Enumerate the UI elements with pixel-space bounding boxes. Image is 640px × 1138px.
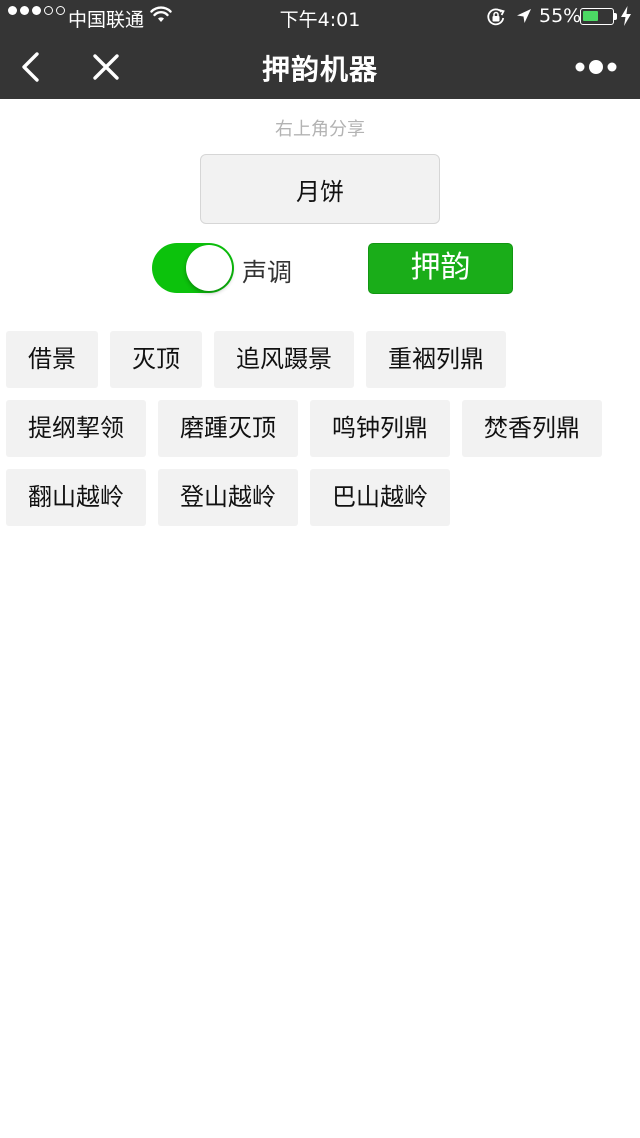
battery-icon	[580, 8, 614, 25]
status-bar: 中国联通 下午4:01 55%	[0, 0, 640, 34]
result-tag[interactable]: 翻山越岭	[6, 469, 146, 526]
page-title: 押韵机器	[261, 53, 378, 86]
results-list: 借景 灭顶 追风蹑景 重裀列鼎提纲挈领 磨踵灭顶 鸣钟列鼎 焚香列鼎翻山越岭 登山越岭 巴山越岭	[6, 331, 634, 526]
nav-bar: 押韵机器	[0, 34, 640, 99]
result-tag[interactable]: 登山越岭	[158, 469, 298, 526]
result-tag[interactable]: 追风蹑景	[214, 331, 354, 388]
rhyme-button[interactable]: 押韵	[368, 243, 513, 294]
result-tag[interactable]: 鸣钟列鼎	[310, 400, 450, 457]
result-tag[interactable]: 磨踵灭顶	[158, 400, 298, 457]
orientation-lock-icon	[486, 7, 506, 32]
result-tag[interactable]: 巴山越岭	[310, 469, 450, 526]
result-tag[interactable]: 灭顶	[110, 331, 202, 388]
result-tag[interactable]: 重裀列鼎	[366, 331, 506, 388]
result-tag[interactable]: 焚香列鼎	[462, 400, 602, 457]
result-tag[interactable]: 借景	[6, 331, 98, 388]
toggle-knob	[186, 245, 232, 291]
tone-toggle-label: 声调	[242, 258, 293, 287]
more-dots-icon[interactable]	[572, 52, 620, 82]
word-input[interactable]	[200, 154, 440, 224]
charging-bolt-icon	[620, 6, 632, 31]
location-arrow-icon	[515, 7, 533, 30]
battery-percent: 55%	[539, 5, 582, 27]
result-tag[interactable]: 提纲挈领	[6, 400, 146, 457]
share-hint: 右上角分享	[275, 119, 365, 140]
battery-level	[583, 11, 598, 21]
battery-cap	[614, 13, 617, 20]
tone-toggle[interactable]	[152, 243, 234, 293]
